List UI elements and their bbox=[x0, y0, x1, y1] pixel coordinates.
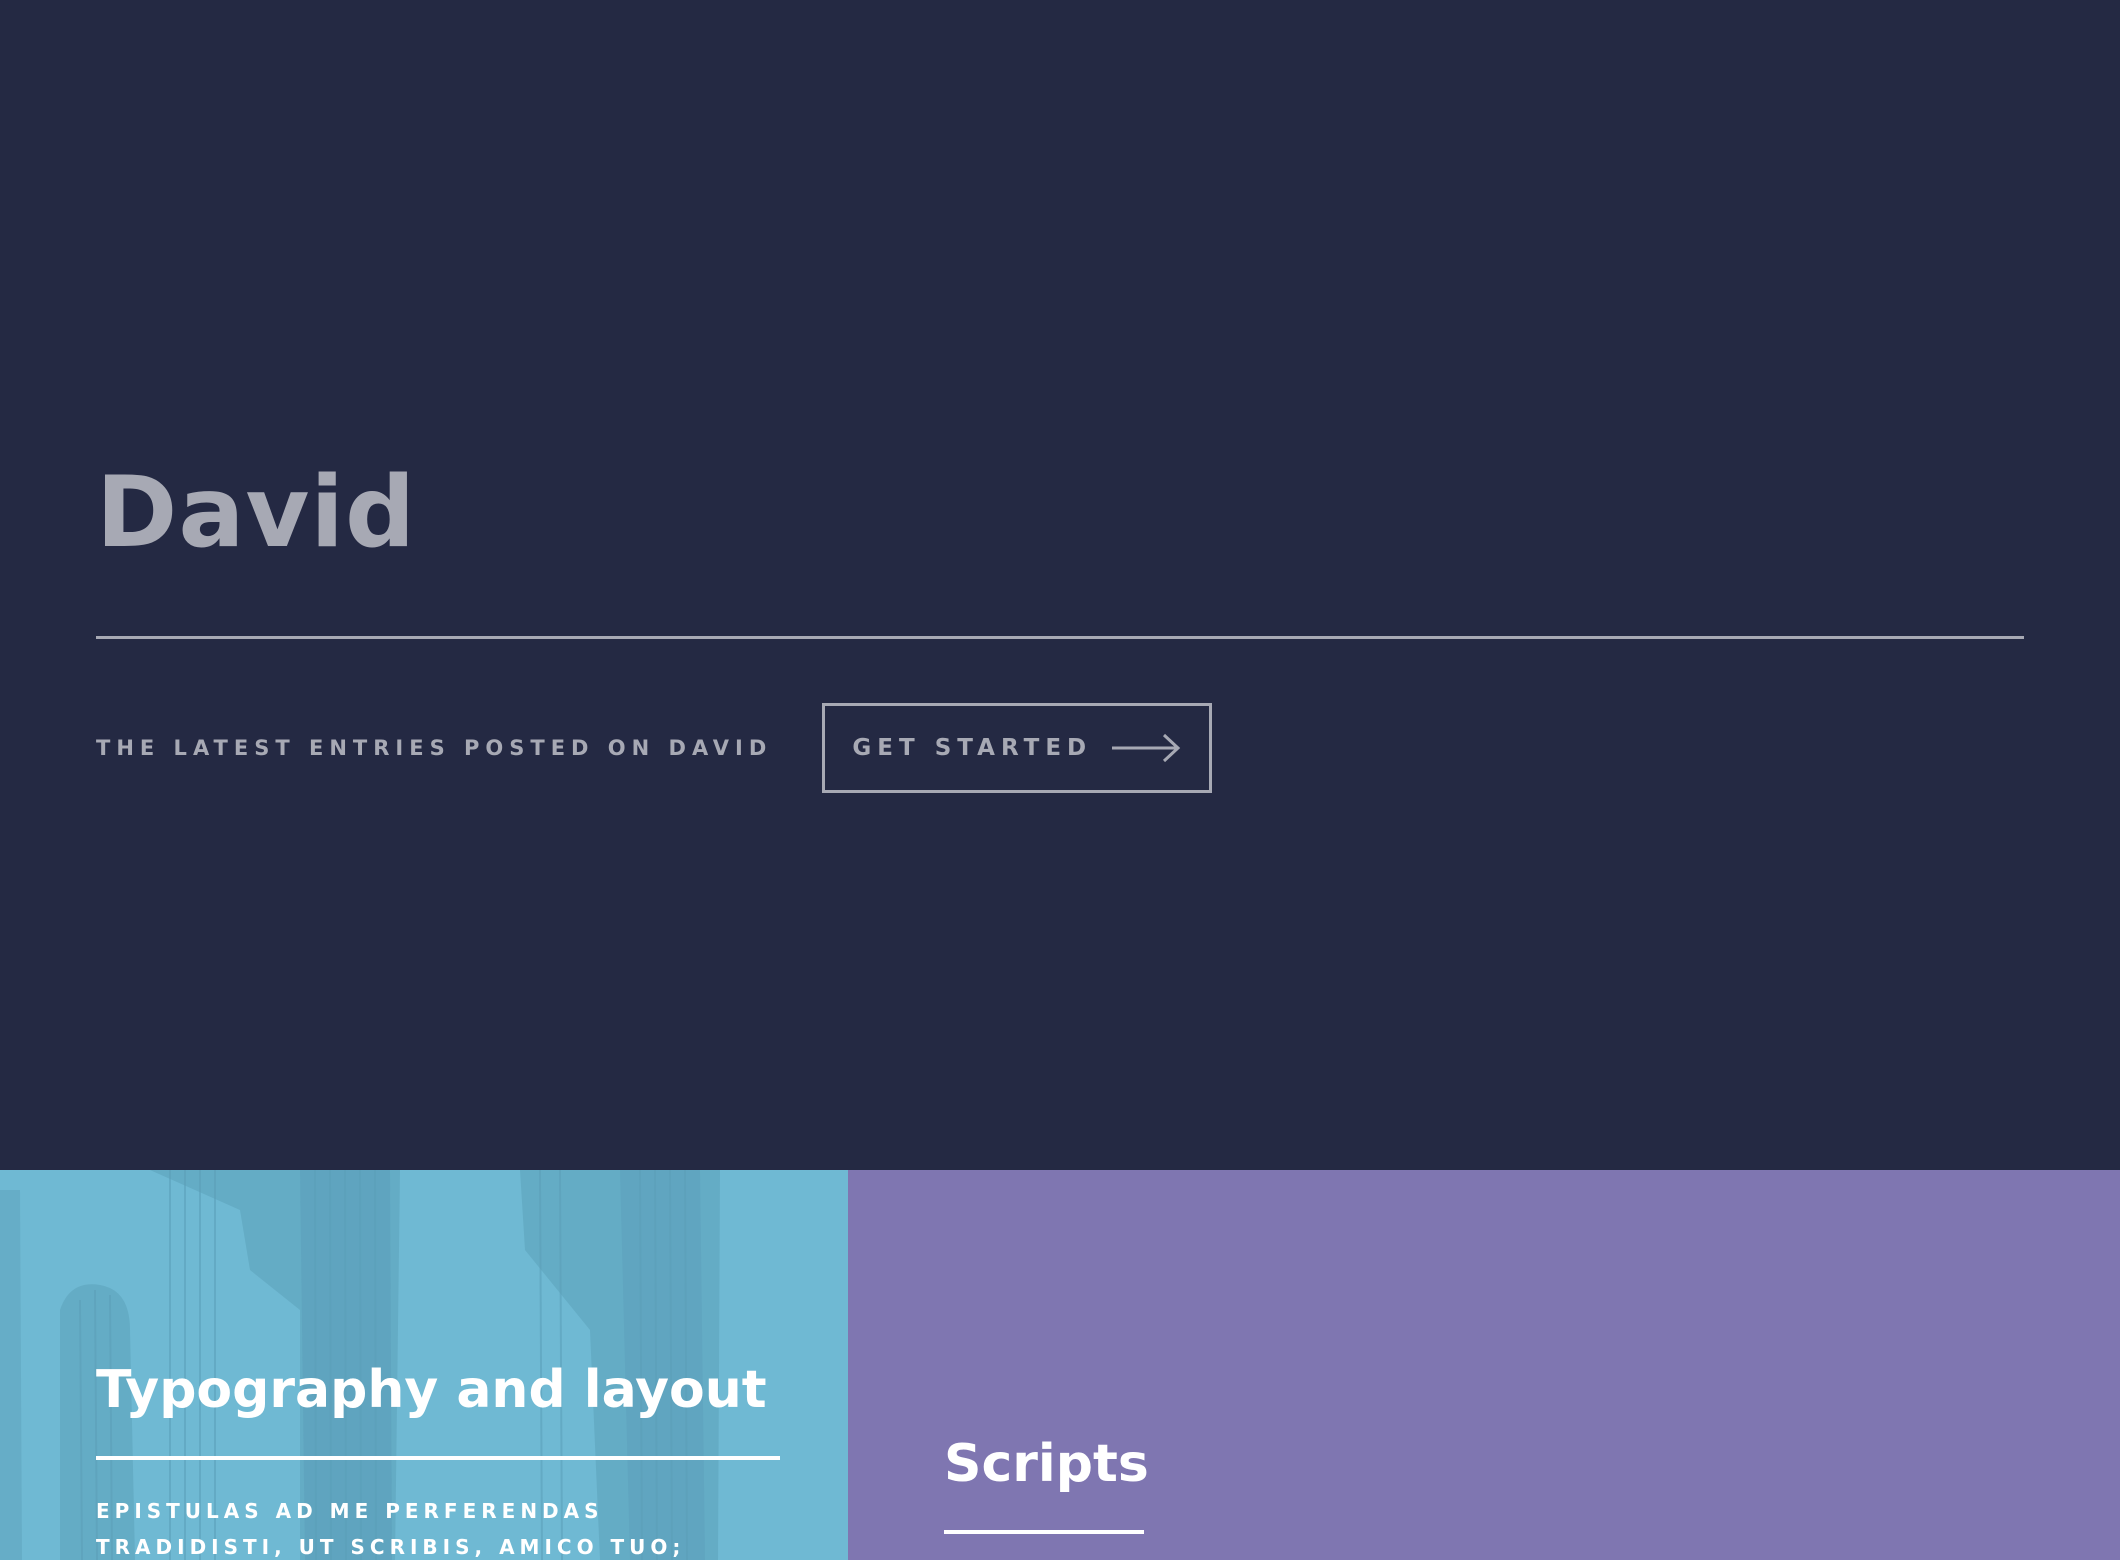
tile-divider bbox=[96, 1456, 780, 1460]
tile-divider bbox=[944, 1530, 1144, 1534]
tile-title[interactable]: Typography and layout bbox=[96, 1360, 767, 1420]
banner: David THE LATEST ENTRIES POSTED ON DAVID… bbox=[0, 0, 2120, 1170]
tile-typography-and-layout[interactable]: Typography and layout EPISTULAS AD ME PE… bbox=[0, 1170, 848, 1560]
get-started-label: GET STARTED bbox=[852, 735, 1093, 761]
banner-inner: David THE LATEST ENTRIES POSTED ON DAVID… bbox=[96, 455, 2024, 793]
tile-title[interactable]: Scripts bbox=[944, 1434, 1149, 1494]
arrow-right-icon bbox=[1112, 733, 1181, 763]
banner-content: THE LATEST ENTRIES POSTED ON DAVID GET S… bbox=[96, 703, 2024, 793]
banner-title: David bbox=[96, 456, 417, 570]
banner-divider bbox=[96, 636, 2024, 639]
banner-tagline: THE LATEST ENTRIES POSTED ON DAVID bbox=[96, 736, 773, 760]
get-started-button[interactable]: GET STARTED bbox=[822, 703, 1213, 793]
tile-scripts[interactable]: Scripts bbox=[848, 1170, 2120, 1560]
tile-description: EPISTULAS AD ME PERFERENDAS TRADIDISTI, … bbox=[96, 1499, 686, 1559]
